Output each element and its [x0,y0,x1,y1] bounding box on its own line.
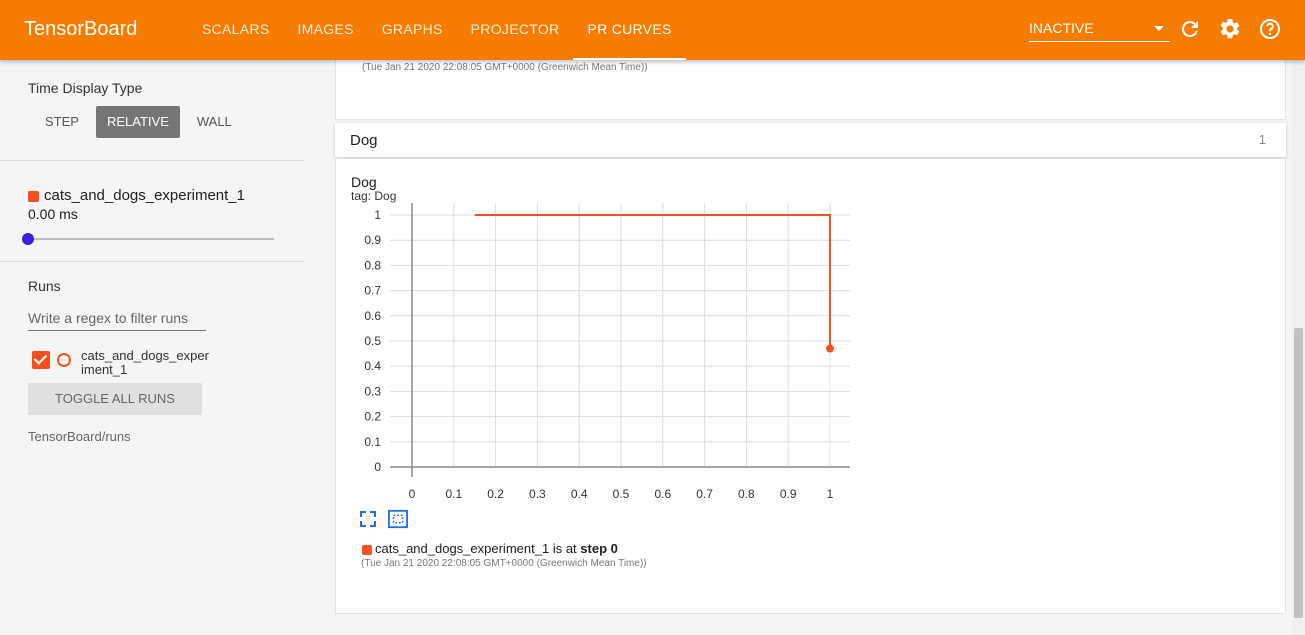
category-name: Dog [350,132,378,149]
run-item-label: cats_and_dogs_experiment_1 [81,348,209,377]
tab-scalars[interactable]: SCALARS [188,0,283,60]
x-tick-label: 0.1 [445,487,462,501]
category-header[interactable]: Dog 1 [335,123,1286,157]
y-tick-label: 0.4 [364,359,381,373]
chart-legend: cats_and_dogs_experiment_1 is at step 0 … [361,541,647,569]
scrollbar-thumb[interactable] [1294,328,1303,618]
slider-value: 0.00 ms [28,206,78,222]
legend-timestamp: (Tue Jan 21 2020 22:08:05 GMT+0000 (Gree… [361,558,647,569]
refresh-icon[interactable] [1178,17,1202,41]
run-item: cats_and_dogs_experiment_1 [28,349,305,377]
y-tick-label: 1 [374,208,381,222]
time-display-toggle: STEP RELATIVE WALL [34,106,305,138]
logdir-label: TensorBoard/runs [28,429,131,444]
y-tick-label: 0.5 [364,334,381,348]
x-tick-label: 0.3 [529,487,546,501]
legend-color-swatch [362,544,372,555]
run-radio[interactable] [57,353,71,367]
y-tick-label: 0.3 [364,384,381,398]
legend-run-name: cats_and_dogs_experiment_1 [375,541,550,556]
fit-domain-icon[interactable] [388,509,408,529]
x-tick-label: 0.4 [571,487,588,501]
runs-filter-input[interactable]: Write a regex to filter runs [28,310,206,331]
runs-title: Runs [28,278,61,294]
fullscreen-icon[interactable] [358,509,378,529]
chart-title: Dog [351,174,377,190]
run-color-swatch [28,190,39,202]
brand-title[interactable]: TensorBoard [24,18,137,41]
category-count: 1 [1258,132,1266,147]
pr-curve-point [826,344,834,353]
x-tick-label: 0.7 [696,487,713,501]
help-icon[interactable] [1258,17,1282,41]
time-display-relative-button[interactable]: RELATIVE [95,106,180,138]
previous-card: (Tue Jan 21 2020 22:08:05 GMT+0000 (Gree… [335,60,1286,120]
y-tick-label: 0.6 [364,309,381,323]
tab-graphs[interactable]: GRAPHS [368,0,457,60]
settings-icon[interactable] [1218,17,1242,41]
y-tick-label: 0.1 [364,435,381,449]
x-tick-label: 1 [827,487,834,501]
toggle-all-runs-button[interactable]: TOGGLE ALL RUNS [28,383,202,415]
inactive-plugins-label: INACTIVE [1029,20,1094,36]
main-content: (Tue Jan 21 2020 22:08:05 GMT+0000 (Gree… [335,60,1286,635]
sidebar: Time Display Type STEP RELATIVE WALL cat… [0,60,305,635]
inactive-plugins-dropdown[interactable]: INACTIVE [1029,14,1170,42]
legend-step: step 0 [580,541,618,556]
time-display-title: Time Display Type [28,80,143,96]
time-display-wall-button[interactable]: WALL [186,106,243,138]
tab-pr-curves[interactable]: PR CURVES [573,0,686,60]
y-tick-label: 0 [374,460,381,474]
legend-text: is at [552,541,577,556]
plugin-tabs: SCALARS IMAGES GRAPHS PROJECTOR PR CURVE… [188,0,686,60]
slider-knob[interactable] [22,233,34,245]
top-bar: TensorBoard SCALARS IMAGES GRAPHS PROJEC… [0,0,1305,60]
slider-run-row: cats_and_dogs_experiment_1 [28,187,305,204]
tab-projector[interactable]: PROJECTOR [457,0,574,60]
page-scrollbar[interactable] [1292,60,1305,635]
time-display-step-button[interactable]: STEP [34,106,90,138]
x-tick-label: 0.8 [738,487,755,501]
slider-run-name: cats_and_dogs_experiment_1 [44,187,245,204]
x-tick-label: 0 [409,487,416,501]
y-tick-label: 0.9 [364,233,381,247]
x-tick-label: 0.9 [780,487,797,501]
x-tick-label: 0.2 [487,487,504,501]
step-slider-section: cats_and_dogs_experiment_1 0.00 ms [0,161,305,262]
x-tick-label: 0.5 [613,487,630,501]
dropdown-caret-icon [1154,26,1164,31]
pr-curve-line [474,214,831,349]
y-tick-label: 0.8 [364,258,381,272]
run-checkbox[interactable] [32,351,50,369]
step-slider[interactable] [22,233,274,245]
time-display-section: Time Display Type STEP RELATIVE WALL [0,60,305,161]
y-tick-label: 0.7 [364,284,381,298]
previous-card-timestamp: (Tue Jan 21 2020 22:08:05 GMT+0000 (Gree… [362,62,648,73]
tab-images[interactable]: IMAGES [283,0,367,60]
pr-curve-card: 0 0.1 0.2 0.3 0.4 0.5 0.6 0.7 0.8 0.9 1 0 0.1 0.2 0.3 0… [335,158,1286,614]
runs-section: Runs Write a regex to filter runs cats_a… [0,262,305,444]
y-tick-label: 0.2 [364,410,381,424]
chart-tag: tag: Dog [351,189,397,203]
x-tick-label: 0.6 [654,487,671,501]
